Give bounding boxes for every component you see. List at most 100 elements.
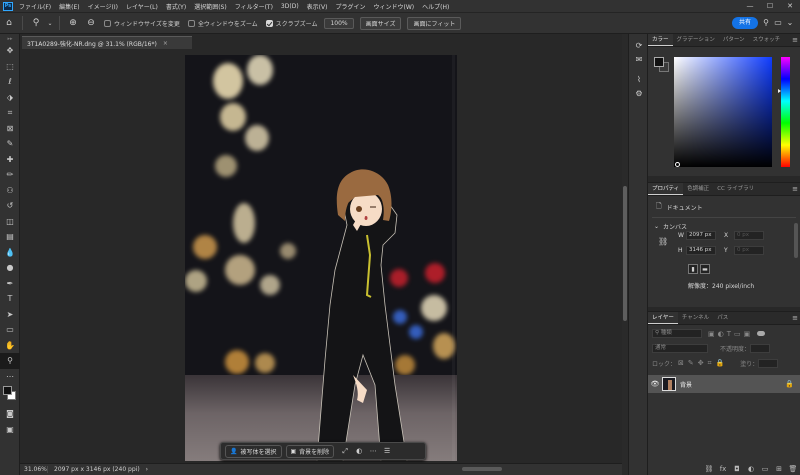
- adjustment-icon[interactable]: ◐: [352, 447, 366, 455]
- menu-window[interactable]: ウィンドウ(W): [369, 2, 418, 11]
- chevron-down-icon[interactable]: ⌄: [47, 16, 53, 30]
- zoom-level[interactable]: 31.06%: [20, 466, 48, 473]
- layer-style-icon[interactable]: fx: [716, 465, 730, 473]
- tab-color[interactable]: カラー: [648, 34, 673, 46]
- pen-tool-icon[interactable]: ✒: [0, 276, 20, 292]
- width-field[interactable]: 2097 px: [686, 231, 716, 240]
- shape-tool-icon[interactable]: ▭: [0, 322, 20, 338]
- move-tool-icon[interactable]: ✥: [0, 43, 20, 59]
- zoom-tool-icon[interactable]: ⚲: [0, 353, 20, 369]
- healing-brush-tool-icon[interactable]: ✚: [0, 152, 20, 168]
- tab-gradients[interactable]: グラデーション: [673, 34, 719, 46]
- adjustments-icon[interactable]: ⚙: [629, 86, 649, 100]
- share-button[interactable]: 共有: [732, 17, 758, 29]
- add-mask-icon[interactable]: ◘: [730, 465, 744, 473]
- remove-background-button[interactable]: ▣ 背景を削除: [285, 444, 335, 458]
- color-field[interactable]: [674, 57, 772, 167]
- hue-slider[interactable]: [781, 57, 790, 167]
- fill-screen-button[interactable]: 画面にフィット: [407, 16, 462, 30]
- search-icon[interactable]: ⚲: [760, 16, 772, 30]
- crop-tool-icon[interactable]: ⌗: [0, 105, 20, 121]
- canvas-section-header[interactable]: ⌄ カンバス: [654, 222, 800, 231]
- document-tab[interactable]: 3T1A0289-強化-NR.dng @ 31.1% (RGB/16*) ×: [22, 36, 192, 49]
- history-brush-tool-icon[interactable]: ↺: [0, 198, 20, 214]
- checkbox-box[interactable]: [104, 19, 111, 27]
- trash-icon[interactable]: 🗑: [786, 465, 800, 473]
- workspace-icon[interactable]: ▭: [772, 16, 784, 30]
- opacity-field[interactable]: [750, 344, 771, 353]
- menu-layer[interactable]: レイヤー(L): [122, 2, 162, 11]
- foreground-color-chip[interactable]: [654, 57, 664, 67]
- menu-3d[interactable]: 3D(D): [277, 3, 303, 10]
- menu-type[interactable]: 書式(Y): [162, 2, 190, 11]
- brush-settings-icon[interactable]: ⌇: [629, 72, 649, 86]
- tab-patterns[interactable]: パターン: [719, 34, 749, 46]
- panel-menu-icon[interactable]: ≡: [790, 183, 800, 195]
- fill-field[interactable]: [758, 359, 779, 368]
- menu-plugins[interactable]: プラグイン: [331, 2, 369, 11]
- landscape-icon[interactable]: ▬: [700, 264, 710, 274]
- chevron-right-icon[interactable]: ›: [146, 466, 148, 473]
- link-icon[interactable]: ⛓: [658, 237, 668, 246]
- tab-adjustments[interactable]: 色調補正: [683, 183, 713, 195]
- layer-row-background[interactable]: 👁 背景 🔒: [648, 375, 800, 393]
- hand-tool-icon[interactable]: ✋: [0, 338, 20, 354]
- marquee-tool-icon[interactable]: ⬚: [0, 59, 20, 75]
- horizontal-scrollbar-thumb[interactable]: [462, 467, 502, 471]
- scrubby-zoom-checkbox[interactable]: スクラブズーム: [265, 19, 317, 28]
- close-tab-icon[interactable]: ×: [163, 40, 168, 47]
- lasso-tool-icon[interactable]: ℓ: [0, 74, 20, 90]
- quick-mask-icon[interactable]: ◙: [0, 406, 20, 422]
- menu-file[interactable]: ファイル(F): [15, 2, 55, 11]
- history-icon[interactable]: ⟳: [629, 38, 649, 52]
- scrollbar-thumb[interactable]: [794, 223, 798, 258]
- x-field[interactable]: 0 px: [734, 231, 764, 240]
- tab-paths[interactable]: パス: [713, 312, 732, 324]
- tab-swatches[interactable]: スウォッチ: [749, 34, 785, 46]
- screen-mode-icon[interactable]: ▣: [0, 422, 20, 438]
- home-icon[interactable]: ⌂: [2, 16, 16, 30]
- path-selection-tool-icon[interactable]: ➤: [0, 307, 20, 323]
- eyedropper-tool-icon[interactable]: ✎: [0, 136, 20, 152]
- tab-cc-libraries[interactable]: CC ライブラリ: [713, 183, 758, 195]
- edit-toolbar-icon[interactable]: ⋯: [0, 369, 20, 385]
- fit-screen-size-button[interactable]: 画面サイズ: [359, 16, 402, 30]
- y-field[interactable]: 0 px: [734, 246, 764, 255]
- blend-mode-select[interactable]: 通常: [652, 344, 708, 353]
- settings-sliders-icon[interactable]: ☰: [380, 447, 394, 455]
- zoom-all-windows-checkbox[interactable]: 全ウィンドウをズーム: [187, 19, 258, 28]
- zoom-100-button[interactable]: 100%: [324, 17, 354, 29]
- maximize-button[interactable]: ☐: [760, 0, 780, 12]
- brush-tool-icon[interactable]: ✏: [0, 167, 20, 183]
- menu-edit[interactable]: 編集(E): [55, 2, 83, 11]
- layer-filter-icons[interactable]: ▣◐T▭▣: [708, 330, 753, 338]
- checkbox-box[interactable]: [265, 19, 273, 27]
- menu-select[interactable]: 選択範囲(S): [190, 2, 231, 11]
- adjustment-layer-icon[interactable]: ◐: [744, 465, 758, 473]
- menu-help[interactable]: ヘルプ(H): [418, 2, 453, 11]
- frame-tool-icon[interactable]: ⊠: [0, 121, 20, 137]
- close-window-button[interactable]: ✕: [780, 0, 800, 12]
- chevron-down-icon[interactable]: ⌄: [784, 16, 796, 30]
- toolbar-grip-icon[interactable]: ▸▸: [0, 34, 20, 43]
- blur-tool-icon[interactable]: 💧: [0, 245, 20, 261]
- comments-icon[interactable]: ✉: [629, 52, 649, 66]
- chevron-down-icon[interactable]: ⌄: [654, 223, 659, 230]
- lock-icons[interactable]: ⊠✎✥⌗🔒: [678, 359, 728, 368]
- hue-slider-marker[interactable]: [778, 89, 781, 93]
- height-field[interactable]: 3146 px: [686, 246, 716, 255]
- transform-icon[interactable]: ⤢: [338, 447, 352, 456]
- zoom-tool-preset-icon[interactable]: ⚲: [29, 16, 43, 30]
- filter-toggle[interactable]: [757, 331, 766, 336]
- layer-kind-filter[interactable]: ⚲ 種類: [652, 329, 702, 338]
- select-subject-button[interactable]: 👤 被写体を選択: [225, 444, 282, 458]
- menu-image[interactable]: イメージ(I): [84, 2, 122, 11]
- foreground-color-swatch[interactable]: [3, 386, 12, 395]
- menu-filter[interactable]: フィルター(T): [231, 2, 277, 11]
- scrollbar-thumb[interactable]: [623, 186, 627, 321]
- group-folder-icon[interactable]: ▭: [758, 465, 772, 473]
- tab-channels[interactable]: チャンネル: [678, 312, 713, 324]
- resize-windows-checkbox[interactable]: ウィンドウサイズを変更: [104, 19, 180, 28]
- type-tool-icon[interactable]: T: [0, 291, 20, 307]
- panel-menu-icon[interactable]: ≡: [790, 312, 800, 324]
